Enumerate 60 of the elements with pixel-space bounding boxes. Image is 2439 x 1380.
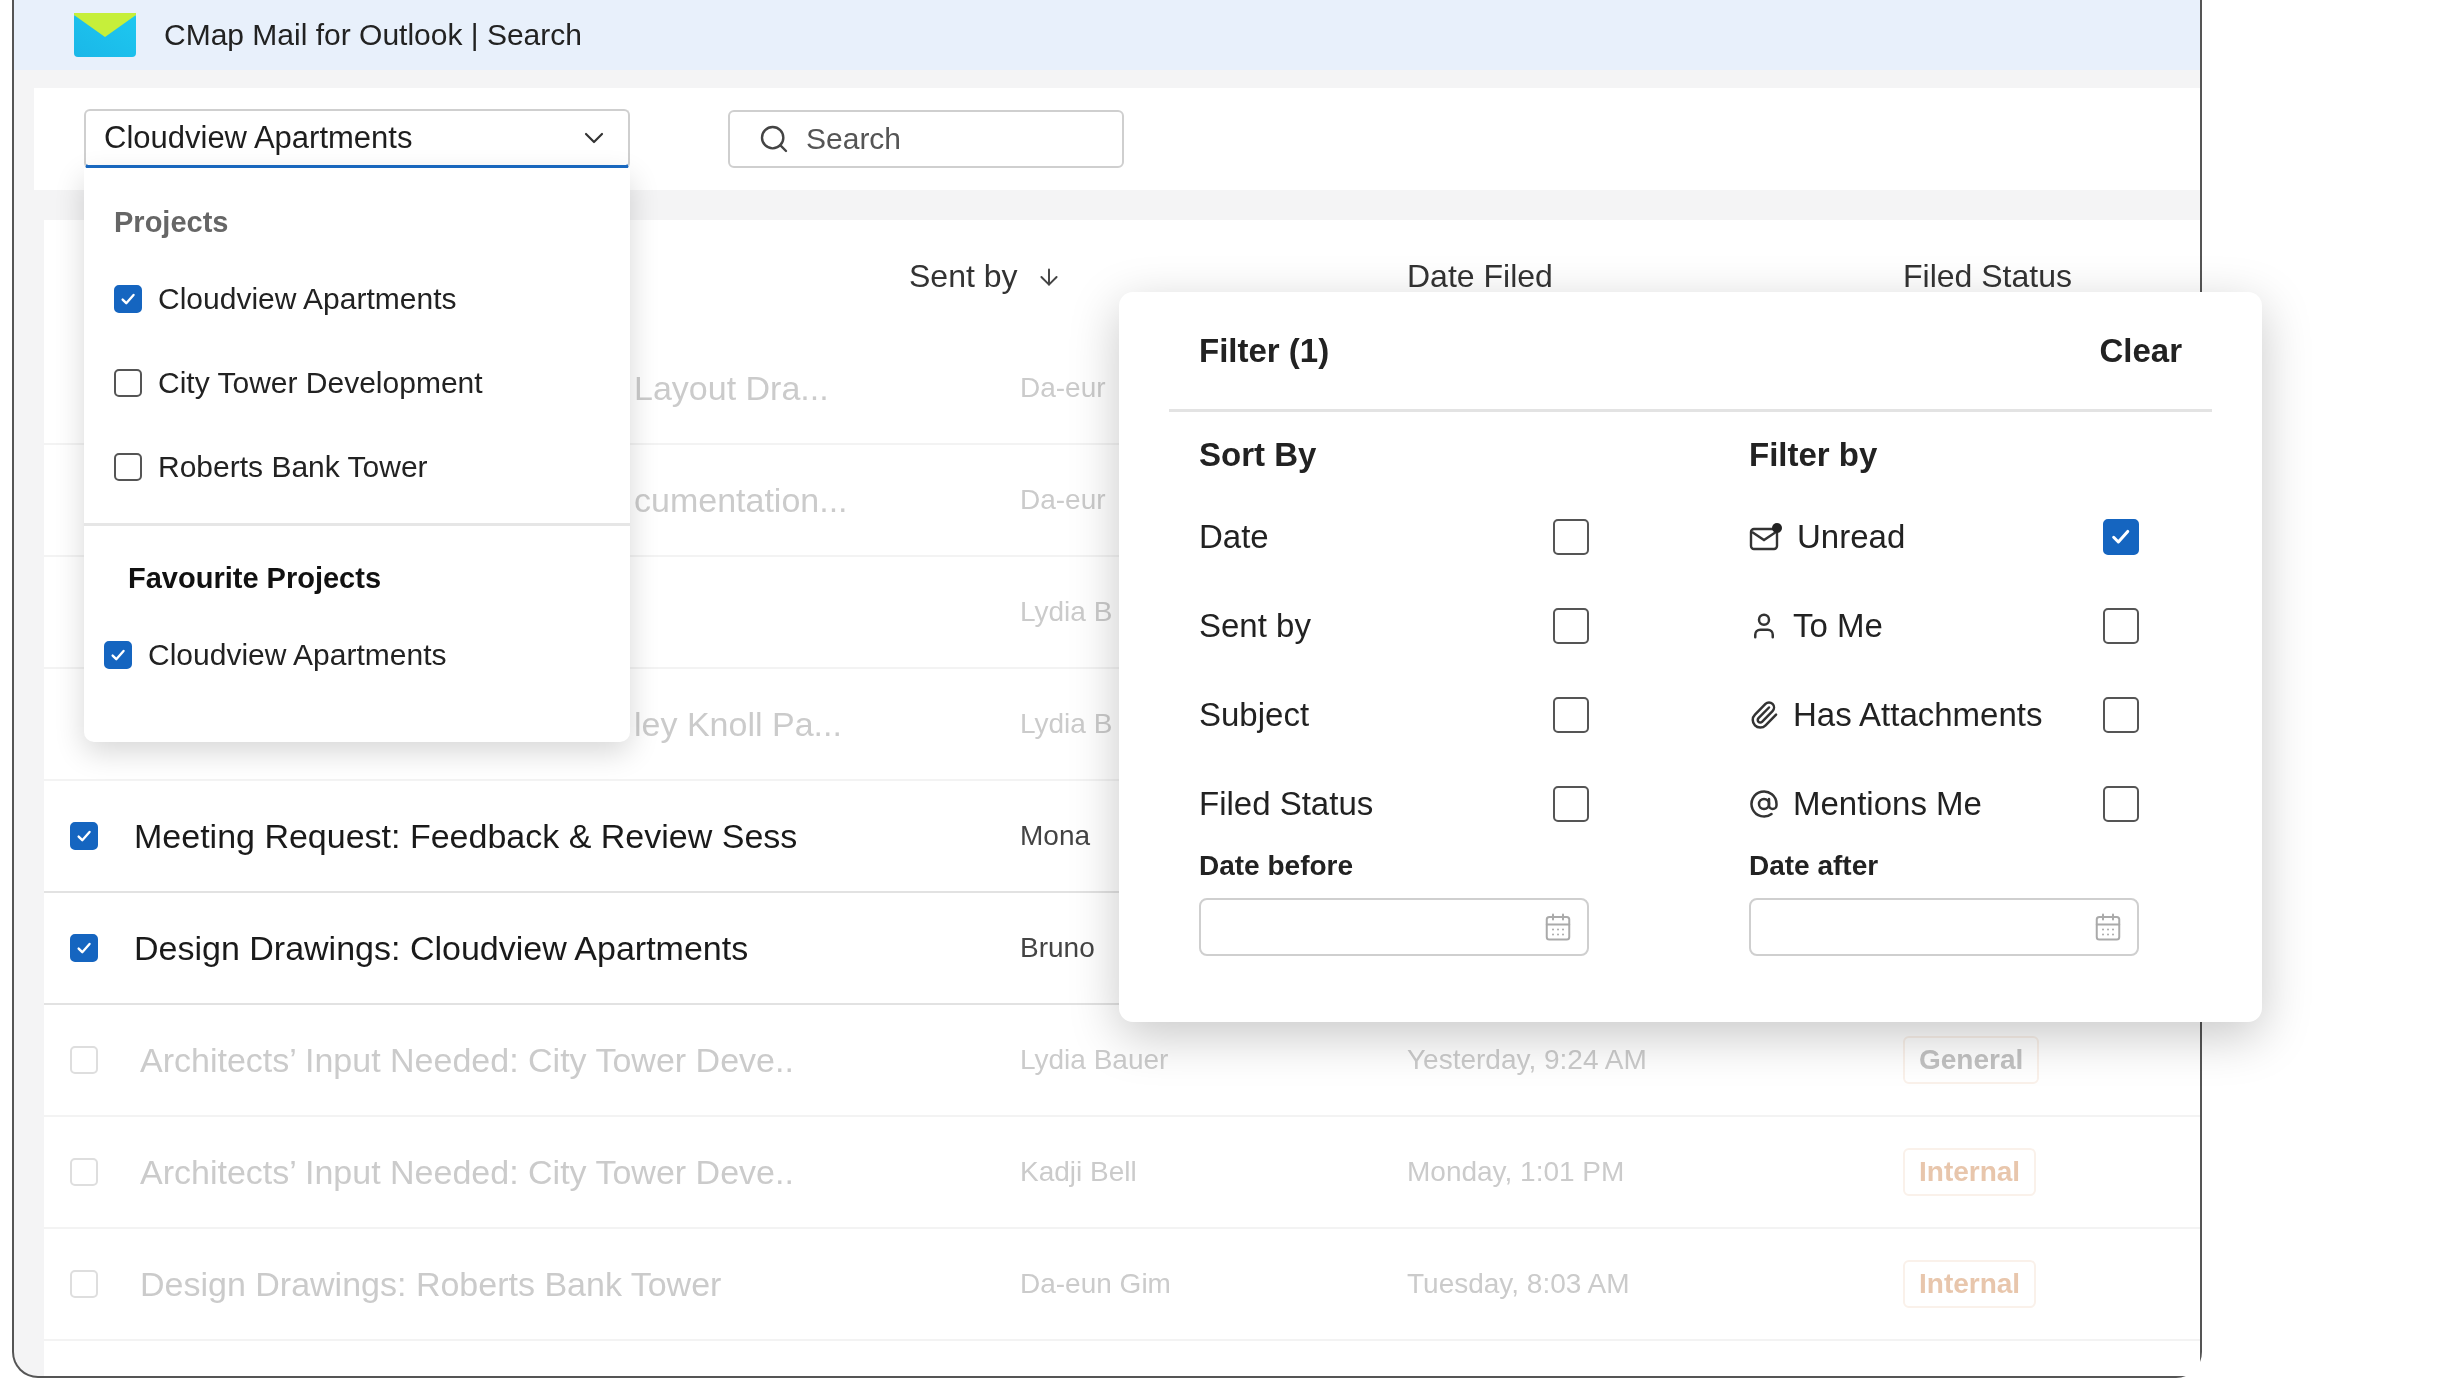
option-label: Mentions Me: [1749, 784, 1982, 823]
calendar-icon: [1543, 912, 1573, 942]
checkbox[interactable]: [114, 285, 142, 313]
field-label: Date after: [1749, 850, 1880, 882]
checkbox[interactable]: [1553, 607, 1589, 644]
subject-cell: Meeting Request: Feedback & Review Sess: [134, 816, 798, 856]
date-field[interactable]: [1749, 898, 2139, 956]
checkbox[interactable]: [70, 822, 98, 850]
project-option[interactable]: Roberts Bank Tower: [84, 425, 630, 509]
checkbox[interactable]: [2103, 518, 2139, 555]
column-header[interactable]: Filed Status: [1903, 258, 2072, 295]
project-option[interactable]: Cloudview Apartments: [84, 257, 630, 341]
project-option[interactable]: City Tower Development: [84, 341, 630, 425]
checkbox[interactable]: [2103, 785, 2139, 822]
project-option-label: Roberts Bank Tower: [158, 450, 428, 484]
search-icon: [758, 123, 790, 155]
section-heading: Filter by: [1749, 436, 1879, 475]
sender-cell: Mona: [1020, 820, 1091, 852]
project-option[interactable]: Cloudview Apartments: [84, 613, 630, 697]
project-option-label: City Tower Development: [158, 366, 483, 400]
option-label: Date: [1199, 517, 1269, 556]
menu-section-heading: Projects: [113, 205, 230, 240]
logo-icon: [74, 13, 136, 57]
at-sign-icon: [1749, 788, 1779, 819]
sender-cell: Bruno: [1020, 932, 1095, 964]
project-dropdown[interactable]: Cloudview Apartments: [84, 109, 630, 169]
option-label: Has Attachments: [1749, 695, 2043, 734]
checkbox[interactable]: [104, 641, 132, 669]
subject-cell: Design Drawings: Cloudview Apartments: [134, 928, 749, 968]
checkbox[interactable]: [114, 369, 142, 397]
date-field[interactable]: [1199, 898, 1589, 956]
window-title: CMap Mail for Outlook | Search: [164, 18, 582, 52]
column-header[interactable]: Date Filed: [1407, 258, 1553, 295]
paperclip-icon: [1749, 699, 1779, 730]
option-label: Sent by: [1199, 606, 1311, 645]
option-label: Filed Status: [1199, 784, 1374, 823]
calendar-icon: [2093, 912, 2123, 942]
section-heading: Sort By: [1199, 436, 1318, 475]
unread-mail-icon: [1749, 521, 1783, 552]
project-option-label: Cloudview Apartments: [148, 638, 447, 672]
menu-section-heading: Favourite Projects: [127, 561, 383, 596]
search-field[interactable]: Search: [728, 110, 1124, 168]
checkbox[interactable]: [1553, 785, 1589, 822]
status-tag: Internal: [1903, 1260, 2037, 1308]
column-header[interactable]: Sent by: [909, 258, 1062, 295]
checkbox[interactable]: [70, 934, 98, 962]
option-label: To Me: [1749, 606, 1883, 645]
field-label: Date before: [1199, 850, 1355, 882]
status-tag: Internal: [1903, 1148, 2037, 1196]
checkbox[interactable]: [2103, 696, 2139, 733]
clear-button[interactable]: Clear: [2099, 331, 2182, 370]
project-option-label: Cloudview Apartments: [158, 282, 457, 316]
checkbox[interactable]: [1553, 696, 1589, 733]
status-tag: General: [1903, 1036, 2040, 1084]
option-label: Unread: [1749, 517, 1906, 556]
checkbox[interactable]: [114, 453, 142, 481]
checkbox[interactable]: [2103, 607, 2139, 644]
option-label: Subject: [1199, 695, 1310, 734]
popup-title: Filter (1): [1199, 331, 1330, 370]
checkbox[interactable]: [1553, 518, 1589, 555]
